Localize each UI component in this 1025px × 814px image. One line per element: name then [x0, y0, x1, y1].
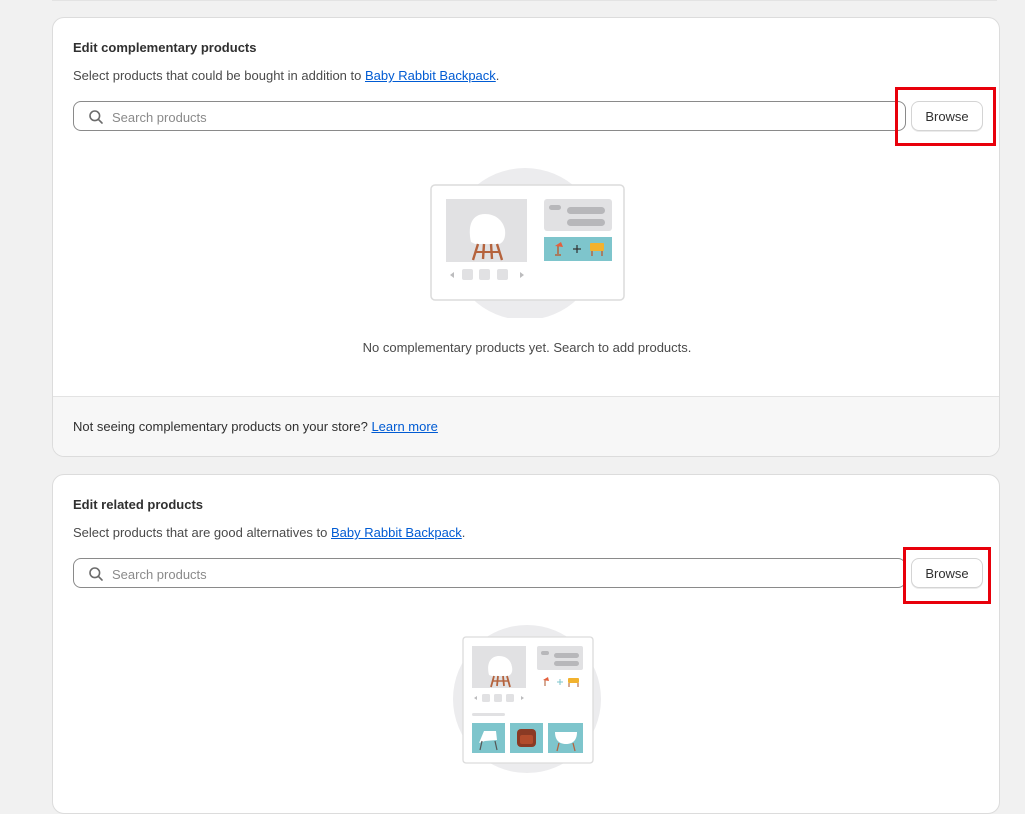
related-browse-highlight: [903, 547, 991, 604]
complementary-product-link[interactable]: Baby Rabbit Backpack: [365, 68, 496, 83]
related-products-card: Edit related products Select products th…: [52, 474, 1000, 814]
learn-more-link[interactable]: Learn more: [371, 419, 437, 434]
complementary-products-card: Edit complementary products Select produ…: [52, 17, 1000, 457]
complementary-search-field[interactable]: [73, 101, 906, 132]
related-product-link[interactable]: Baby Rabbit Backpack: [331, 525, 462, 540]
complementary-title: Edit complementary products: [73, 40, 257, 55]
complementary-footer: Not seeing complementary products on you…: [53, 396, 999, 456]
complementary-empty-message: No complementary products yet. Search to…: [362, 340, 692, 355]
related-description-suffix: .: [461, 525, 466, 540]
complementary-footer-text: Not seeing complementary products on you…: [73, 419, 438, 434]
complementary-products-illustration: [430, 168, 625, 318]
top-divider: [52, 0, 997, 1]
related-description: Select products that are good alternativ…: [73, 525, 465, 540]
related-description-prefix: Select products that are good alternativ…: [73, 525, 331, 540]
related-title: Edit related products: [73, 497, 204, 512]
complementary-description-prefix: Select products that could be bought in …: [73, 68, 365, 83]
complementary-search-input[interactable]: [110, 102, 894, 132]
search-icon: [89, 110, 103, 124]
complementary-description-suffix: .: [495, 68, 500, 83]
footer-text-label: Not seeing complementary products on you…: [73, 419, 372, 434]
related-search-input[interactable]: [110, 559, 894, 589]
search-icon: [89, 567, 103, 581]
related-search-field[interactable]: [73, 558, 906, 589]
complementary-browse-highlight: [895, 87, 996, 146]
related-products-illustration: [453, 625, 601, 773]
complementary-description: Select products that could be bought in …: [73, 68, 499, 83]
